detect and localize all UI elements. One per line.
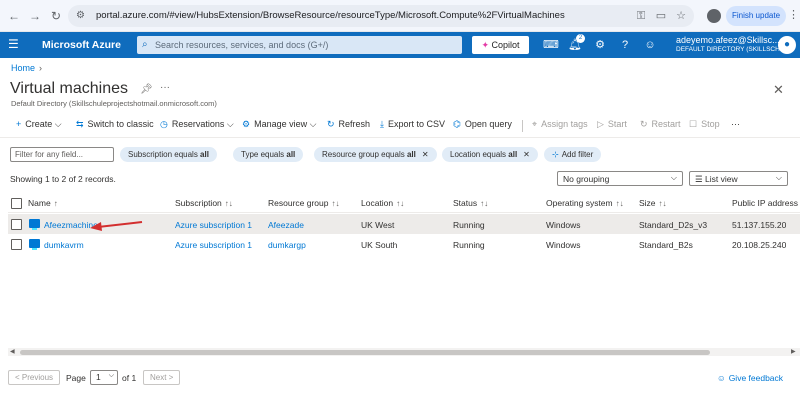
previous-page-button[interactable]: < Previous: [8, 370, 61, 385]
give-feedback-link[interactable]: ☺ Give feedback: [717, 373, 783, 383]
scroll-left-icon[interactable]: ◀: [10, 348, 15, 355]
scrollbar-thumb[interactable]: [20, 350, 710, 355]
feedback-icon: ☺: [717, 373, 726, 383]
annotation-arrow: [90, 221, 143, 231]
page-count: of 1: [122, 373, 137, 383]
next-page-button[interactable]: Next >: [143, 370, 181, 385]
chevron-down-icon: ⌵: [108, 372, 114, 379]
page-label: Page: [66, 373, 86, 383]
page-select[interactable]: 1 ⌵: [90, 370, 118, 385]
scroll-right-icon[interactable]: ▶: [791, 348, 796, 355]
